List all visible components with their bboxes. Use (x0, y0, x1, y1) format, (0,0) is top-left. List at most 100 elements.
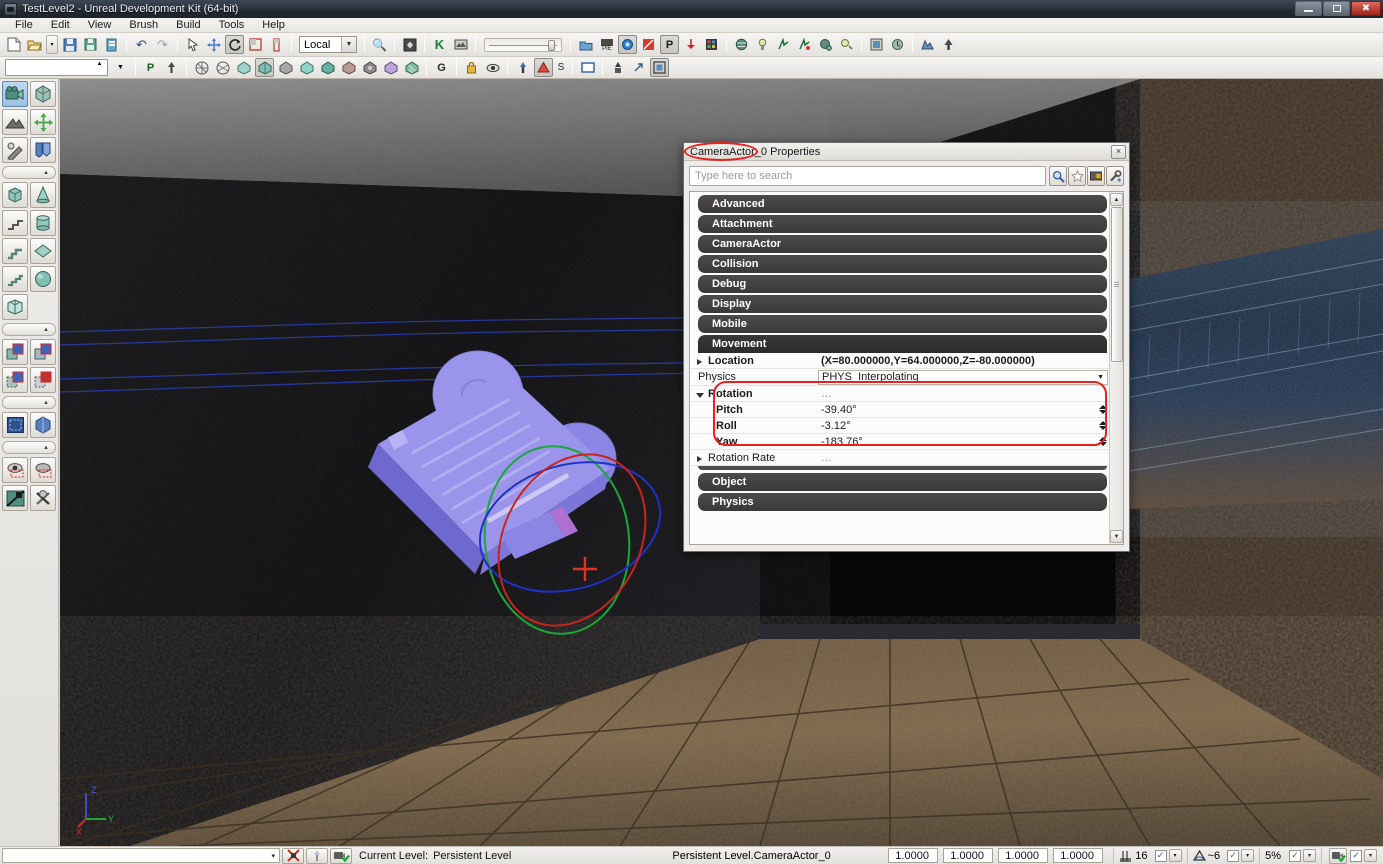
property-row-pitch[interactable]: Pitch -39.40° (690, 402, 1109, 418)
camera-speed-slider[interactable] (484, 37, 562, 52)
save-as-icon[interactable] (102, 35, 121, 54)
realtime-preview-icon[interactable] (888, 35, 907, 54)
brush-unlit-icon[interactable] (234, 58, 253, 77)
texture-mode-icon[interactable] (2, 137, 28, 163)
property-scrollbar[interactable]: ▲ ☰ ▼ (1109, 192, 1123, 544)
lightmass-icon[interactable] (837, 35, 856, 54)
category-collision[interactable]: Collision (698, 255, 1107, 273)
brush-light-complexity-icon[interactable] (318, 58, 337, 77)
brush-texture-density-icon[interactable] (339, 58, 358, 77)
brush-lit-icon[interactable] (255, 58, 274, 77)
cancel-build-icon[interactable] (282, 847, 304, 864)
favorites-icon[interactable] (1068, 166, 1086, 186)
category-debug[interactable]: Debug (698, 275, 1107, 293)
select-tool-icon[interactable] (183, 35, 202, 54)
category-display[interactable]: Display (698, 295, 1107, 313)
add-special-brush-icon[interactable] (30, 412, 56, 438)
volumetric-brush-icon[interactable] (2, 294, 28, 320)
rotation-snap-dropdown[interactable]: ▾ (1241, 849, 1255, 862)
drag-grid-field-2[interactable]: 1.0000 (943, 848, 994, 863)
chevron-right-icon[interactable] (697, 358, 702, 365)
menu-brush[interactable]: Brush (120, 18, 167, 33)
csg-add-icon[interactable] (2, 339, 28, 365)
lighting-status-icon[interactable] (306, 847, 328, 864)
sphere-brush-icon[interactable] (30, 266, 56, 292)
stats-icon[interactable] (702, 35, 721, 54)
non-uniform-scale-tool-icon[interactable] (267, 35, 286, 54)
minimize-button[interactable] (1295, 1, 1322, 16)
search-actors-icon[interactable]: 🔍 (370, 35, 389, 54)
light-actor-icon[interactable] (753, 35, 772, 54)
redo-icon[interactable]: ↷ (153, 35, 172, 54)
camera-speed-checkbox[interactable]: ✓ (1350, 849, 1362, 862)
show-selected-icon[interactable] (2, 457, 28, 483)
brush-preset-combo[interactable]: ▲ (5, 59, 108, 76)
console-command-input[interactable]: ▾ (2, 848, 280, 863)
hide-selected-icon[interactable] (30, 457, 56, 483)
category-mobile[interactable]: Mobile (698, 315, 1107, 333)
cube-brush-icon[interactable] (2, 182, 28, 208)
scale-snap-checkbox[interactable]: ✓ (1289, 849, 1301, 862)
lighting-build-icon[interactable] (618, 35, 637, 54)
cylinder-brush-icon[interactable] (30, 210, 56, 236)
geometry-mode-icon[interactable] (30, 81, 56, 107)
property-row-roll[interactable]: Roll -3.12° (690, 418, 1109, 434)
roll-stepper[interactable] (1098, 419, 1108, 433)
curved-stair-brush-icon[interactable] (2, 210, 28, 236)
camera-mode-icon[interactable] (2, 81, 28, 107)
category-cameraactor[interactable]: CameraActor (698, 235, 1107, 253)
brush-wireframe-icon[interactable] (192, 58, 211, 77)
mesh-paint-mode-icon[interactable] (30, 137, 56, 163)
add-volume-icon[interactable] (2, 412, 28, 438)
menu-view[interactable]: View (79, 18, 121, 33)
undo-icon[interactable]: ↶ (132, 35, 151, 54)
streaming-levels-icon[interactable]: S (555, 58, 567, 77)
brush-pivot-icon[interactable] (162, 58, 181, 77)
save-icon[interactable] (60, 35, 79, 54)
brush-detail-lighting-icon[interactable] (276, 58, 295, 77)
menu-file[interactable]: File (6, 18, 42, 33)
menu-build[interactable]: Build (167, 18, 209, 33)
yaw-stepper[interactable] (1098, 435, 1108, 449)
close-button[interactable]: ✖ (1351, 1, 1381, 16)
chevron-down-icon[interactable] (696, 392, 704, 401)
build-all-icon[interactable] (681, 35, 700, 54)
game-view-icon[interactable]: G (432, 58, 451, 77)
new-file-icon[interactable] (4, 35, 23, 54)
pitch-stepper[interactable] (1098, 403, 1108, 417)
bsp-tool-icon[interactable] (774, 35, 793, 54)
property-row-rotation[interactable]: Rotation … (690, 386, 1109, 402)
brush-brushwire-icon[interactable] (213, 58, 232, 77)
open-recent-dropdown-icon[interactable]: ▾ (46, 35, 58, 54)
save-all-icon[interactable] (81, 35, 100, 54)
chevron-down-icon[interactable]: ▾ (271, 852, 275, 860)
grid-snap-checkbox[interactable]: ✓ (1154, 849, 1167, 862)
chevron-right-icon[interactable] (697, 455, 702, 462)
open-file-icon[interactable] (25, 35, 44, 54)
sheet-brush-icon[interactable] (30, 238, 56, 264)
volumes-icon[interactable] (816, 35, 835, 54)
dialog-title-bar[interactable]: CameraActor_0 Properties × (684, 143, 1129, 161)
geometry-build-icon[interactable] (639, 35, 658, 54)
rotation-snap-checkbox[interactable]: ✓ (1227, 849, 1240, 862)
play-in-editor-icon[interactable] (576, 35, 595, 54)
cone-brush-icon[interactable] (30, 182, 56, 208)
actor-placement-icon[interactable] (513, 58, 532, 77)
invert-selection-icon[interactable] (2, 485, 28, 511)
category-movement[interactable]: Movement (698, 335, 1107, 353)
slider-knob[interactable] (548, 39, 555, 51)
category-advanced[interactable]: Advanced (698, 195, 1107, 213)
scale-snap-dropdown[interactable]: ▾ (1303, 849, 1316, 862)
spinner-up-icon[interactable] (1099, 405, 1107, 409)
drag-grid-field-1[interactable]: 1.0000 (888, 848, 939, 863)
spinner-down-icon[interactable] (1099, 426, 1107, 430)
linear-stair-brush-icon[interactable] (2, 238, 28, 264)
spinner-up-icon[interactable] (1099, 437, 1107, 441)
brush-lightmap-density-icon[interactable] (381, 58, 400, 77)
mesh-paint-icon[interactable] (795, 35, 814, 54)
brush-dropdown-icon[interactable]: ▼ (111, 58, 130, 77)
search-input[interactable]: Type here to search (689, 166, 1046, 186)
menu-help[interactable]: Help (253, 18, 294, 33)
clear-selection-icon[interactable] (30, 485, 56, 511)
menu-edit[interactable]: Edit (42, 18, 79, 33)
